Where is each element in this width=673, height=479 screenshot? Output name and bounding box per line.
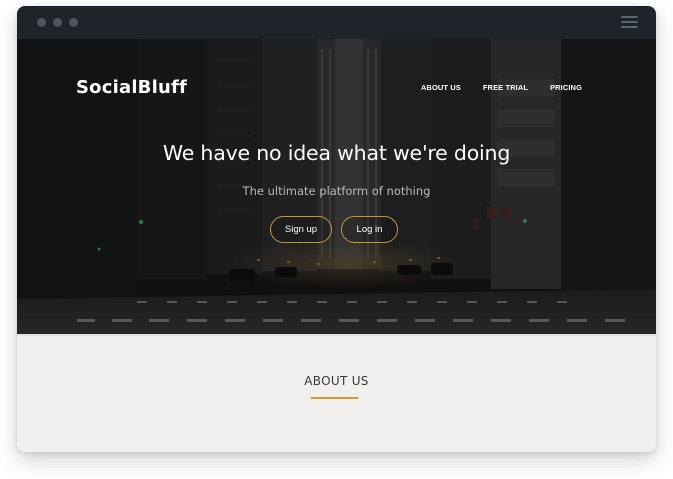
about-section: ABOUT US (17, 334, 656, 452)
about-heading: ABOUT US (304, 374, 369, 388)
window-titlebar (17, 6, 656, 39)
hero-subheadline: The ultimate platform of nothing (242, 184, 431, 198)
main-nav: ABOUT US FREE TRIAL PRICING (421, 83, 582, 92)
window-minimize-dot[interactable] (53, 18, 62, 27)
login-button[interactable]: Log in (341, 216, 398, 243)
hero-headline: We have no idea what we're doing (162, 141, 511, 165)
nav-item-pricing[interactable]: PRICING (550, 83, 582, 92)
nav-item-about-us[interactable]: ABOUT US (421, 83, 461, 92)
about-heading-underline (311, 397, 358, 399)
hamburger-icon[interactable] (621, 16, 638, 29)
signup-button[interactable]: Sign up (270, 216, 332, 243)
window-close-dot[interactable] (37, 18, 46, 27)
browser-window: SocialBluff ABOUT US FREE TRIAL PRICING … (17, 6, 656, 452)
brand-logo[interactable]: SocialBluff (76, 77, 187, 98)
hero-section: SocialBluff ABOUT US FREE TRIAL PRICING … (17, 39, 656, 334)
nav-item-free-trial[interactable]: FREE TRIAL (483, 83, 528, 92)
window-maximize-dot[interactable] (69, 18, 78, 27)
